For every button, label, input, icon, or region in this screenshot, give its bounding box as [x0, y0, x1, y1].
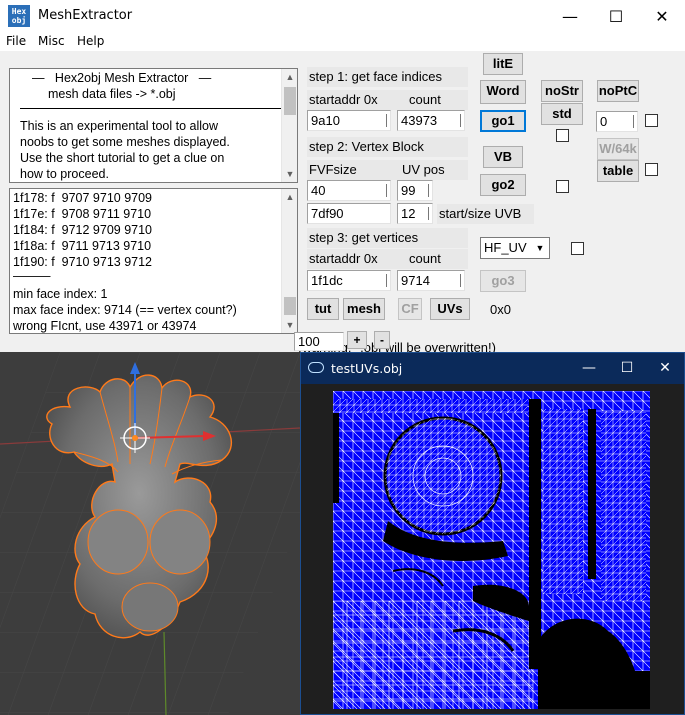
uv-window-title: testUVs.obj: [331, 361, 403, 376]
scale-minus-button[interactable]: -: [374, 331, 390, 349]
cf-button[interactable]: CF: [398, 298, 422, 320]
log-line: ———: [13, 269, 51, 283]
step3-startaddr-input[interactable]: 1f1dc: [307, 270, 391, 291]
step1-title: step 1: get face indices: [307, 67, 468, 87]
log-line: 1f190: f 9710 9713 9712: [13, 255, 153, 269]
intro-line: — Hex2obj Mesh Extractor —: [32, 71, 212, 85]
eye-icon: [308, 362, 324, 373]
go1-button[interactable]: go1: [480, 110, 526, 132]
intro-line: This is an experimental tool to allow: [20, 119, 219, 133]
lite-button[interactable]: litE: [483, 53, 523, 75]
intro-line: noobs to get some meshes displayed.: [20, 135, 230, 149]
menu-help[interactable]: Help: [77, 34, 104, 48]
table-checkbox[interactable]: [645, 163, 658, 176]
intro-textbox[interactable]: — Hex2obj Mesh Extractor — mesh data fil…: [9, 68, 298, 183]
tut-button[interactable]: tut: [307, 298, 339, 320]
step1-startaddr-input[interactable]: 9a10: [307, 110, 391, 131]
word-button[interactable]: Word: [480, 80, 526, 104]
app-icon: Hex obj: [8, 5, 30, 27]
scale-input[interactable]: 100: [294, 332, 344, 351]
step3-count-label: count: [409, 251, 441, 266]
chevron-down-icon: ▼: [535, 243, 545, 253]
intro-line: mesh data files -> *.obj: [48, 87, 176, 101]
log-line: 1f17e: f 9708 9711 9710: [13, 207, 152, 221]
maximize-button[interactable]: ☐: [593, 0, 639, 32]
menu-bar: File Misc Help: [0, 32, 685, 52]
uvb-start-input[interactable]: 7df90: [307, 203, 391, 224]
uv-title-bar[interactable]: testUVs.obj — ☐ ✕: [301, 353, 684, 384]
vb-button[interactable]: VB: [483, 146, 523, 168]
scale-plus-button[interactable]: +: [347, 331, 367, 349]
menu-misc[interactable]: Misc: [38, 34, 65, 48]
uv-format-value: HF_UV: [484, 240, 527, 255]
main-window: Hex obj MeshExtractor — ☐ ✕ File Misc Hel…: [0, 0, 685, 355]
title-bar[interactable]: Hex obj MeshExtractor — ☐ ✕: [0, 0, 685, 32]
fvfsize-input[interactable]: 40: [307, 180, 391, 201]
uvb-label: start/size UVB: [437, 204, 534, 224]
offset-input[interactable]: 0: [596, 111, 638, 132]
uv-close-button[interactable]: ✕: [646, 353, 684, 384]
uvs-button[interactable]: UVs: [430, 298, 470, 320]
scroll-up-icon[interactable]: ▲: [282, 69, 297, 85]
uv-layout-canvas[interactable]: [333, 391, 650, 709]
log-line: min face index: 1: [13, 287, 108, 301]
noptc-button[interactable]: noPtC: [597, 80, 639, 102]
intro-line: Use the short tutorial to get a clue on: [20, 151, 225, 165]
log-line: max face index: 9714 (== vertex count?): [13, 303, 237, 317]
log-line: 1f184: f 9712 9709 9710: [13, 223, 153, 237]
intro-line: how to proceed.: [20, 167, 109, 181]
dims-label: 0x0: [490, 302, 511, 317]
uv-format-select[interactable]: HF_UV ▼: [480, 237, 550, 259]
mesh-button[interactable]: mesh: [343, 298, 385, 320]
step2-uvpos-label: UV pos: [402, 162, 445, 177]
viewport-canvas: [0, 352, 300, 715]
intro-scrollbar[interactable]: ▲ ▼: [281, 69, 297, 182]
scroll-up-icon[interactable]: ▲: [282, 189, 297, 205]
step1-count-label: count: [409, 92, 441, 107]
step1-startaddr-label: startaddr 0x: [307, 90, 468, 110]
nostr-button[interactable]: noStr: [541, 80, 583, 102]
w64k-button[interactable]: W/64k: [597, 138, 639, 160]
step2-title: step 2: Vertex Block: [307, 137, 468, 157]
window-title: MeshExtractor: [38, 8, 133, 23]
scroll-thumb[interactable]: [284, 297, 296, 315]
step3-count-input[interactable]: 9714: [397, 270, 465, 291]
std-checkbox[interactable]: [556, 129, 569, 142]
go3-button[interactable]: go3: [480, 270, 526, 292]
uv-minimize-button[interactable]: —: [570, 353, 608, 384]
step1-count-input[interactable]: 43973: [397, 110, 465, 131]
log-line: wrong FIcnt, use 43971 or 43974: [13, 319, 197, 333]
log-line: 1f18a: f 9711 9713 9710: [13, 239, 152, 253]
log-line: 1f178: f 9707 9710 9709: [13, 191, 153, 205]
step3-startaddr-label: startaddr 0x: [307, 249, 468, 269]
uv-format-checkbox[interactable]: [571, 242, 584, 255]
close-button[interactable]: ✕: [639, 0, 685, 32]
menu-file[interactable]: File: [6, 34, 26, 48]
log-scrollbar[interactable]: ▲ ▼: [281, 189, 297, 333]
uv-wireframe: [333, 391, 650, 709]
table-button[interactable]: table: [597, 160, 639, 182]
uvb-size-input[interactable]: 12: [397, 203, 433, 224]
std-button[interactable]: std: [541, 103, 583, 125]
step3-title: step 3: get vertices: [307, 228, 468, 248]
offset-checkbox[interactable]: [645, 114, 658, 127]
uvpos-input[interactable]: 99: [397, 180, 433, 201]
uv-maximize-button[interactable]: ☐: [608, 353, 646, 384]
go2-checkbox[interactable]: [556, 180, 569, 193]
minimize-button[interactable]: —: [547, 0, 593, 32]
intro-divider: [20, 108, 282, 109]
scroll-down-icon[interactable]: ▼: [282, 166, 297, 182]
scroll-thumb[interactable]: [284, 87, 296, 115]
screen: Hex obj MeshExtractor — ☐ ✕ File Misc Hel…: [0, 0, 685, 715]
go2-button[interactable]: go2: [480, 174, 526, 196]
3d-viewport[interactable]: [0, 352, 300, 715]
log-textbox[interactable]: 1f178: f 9707 9710 9709 1f17e: f 9708 97…: [9, 188, 298, 334]
scroll-down-icon[interactable]: ▼: [282, 317, 297, 333]
uv-viewer-window: testUVs.obj — ☐ ✕: [300, 352, 685, 715]
